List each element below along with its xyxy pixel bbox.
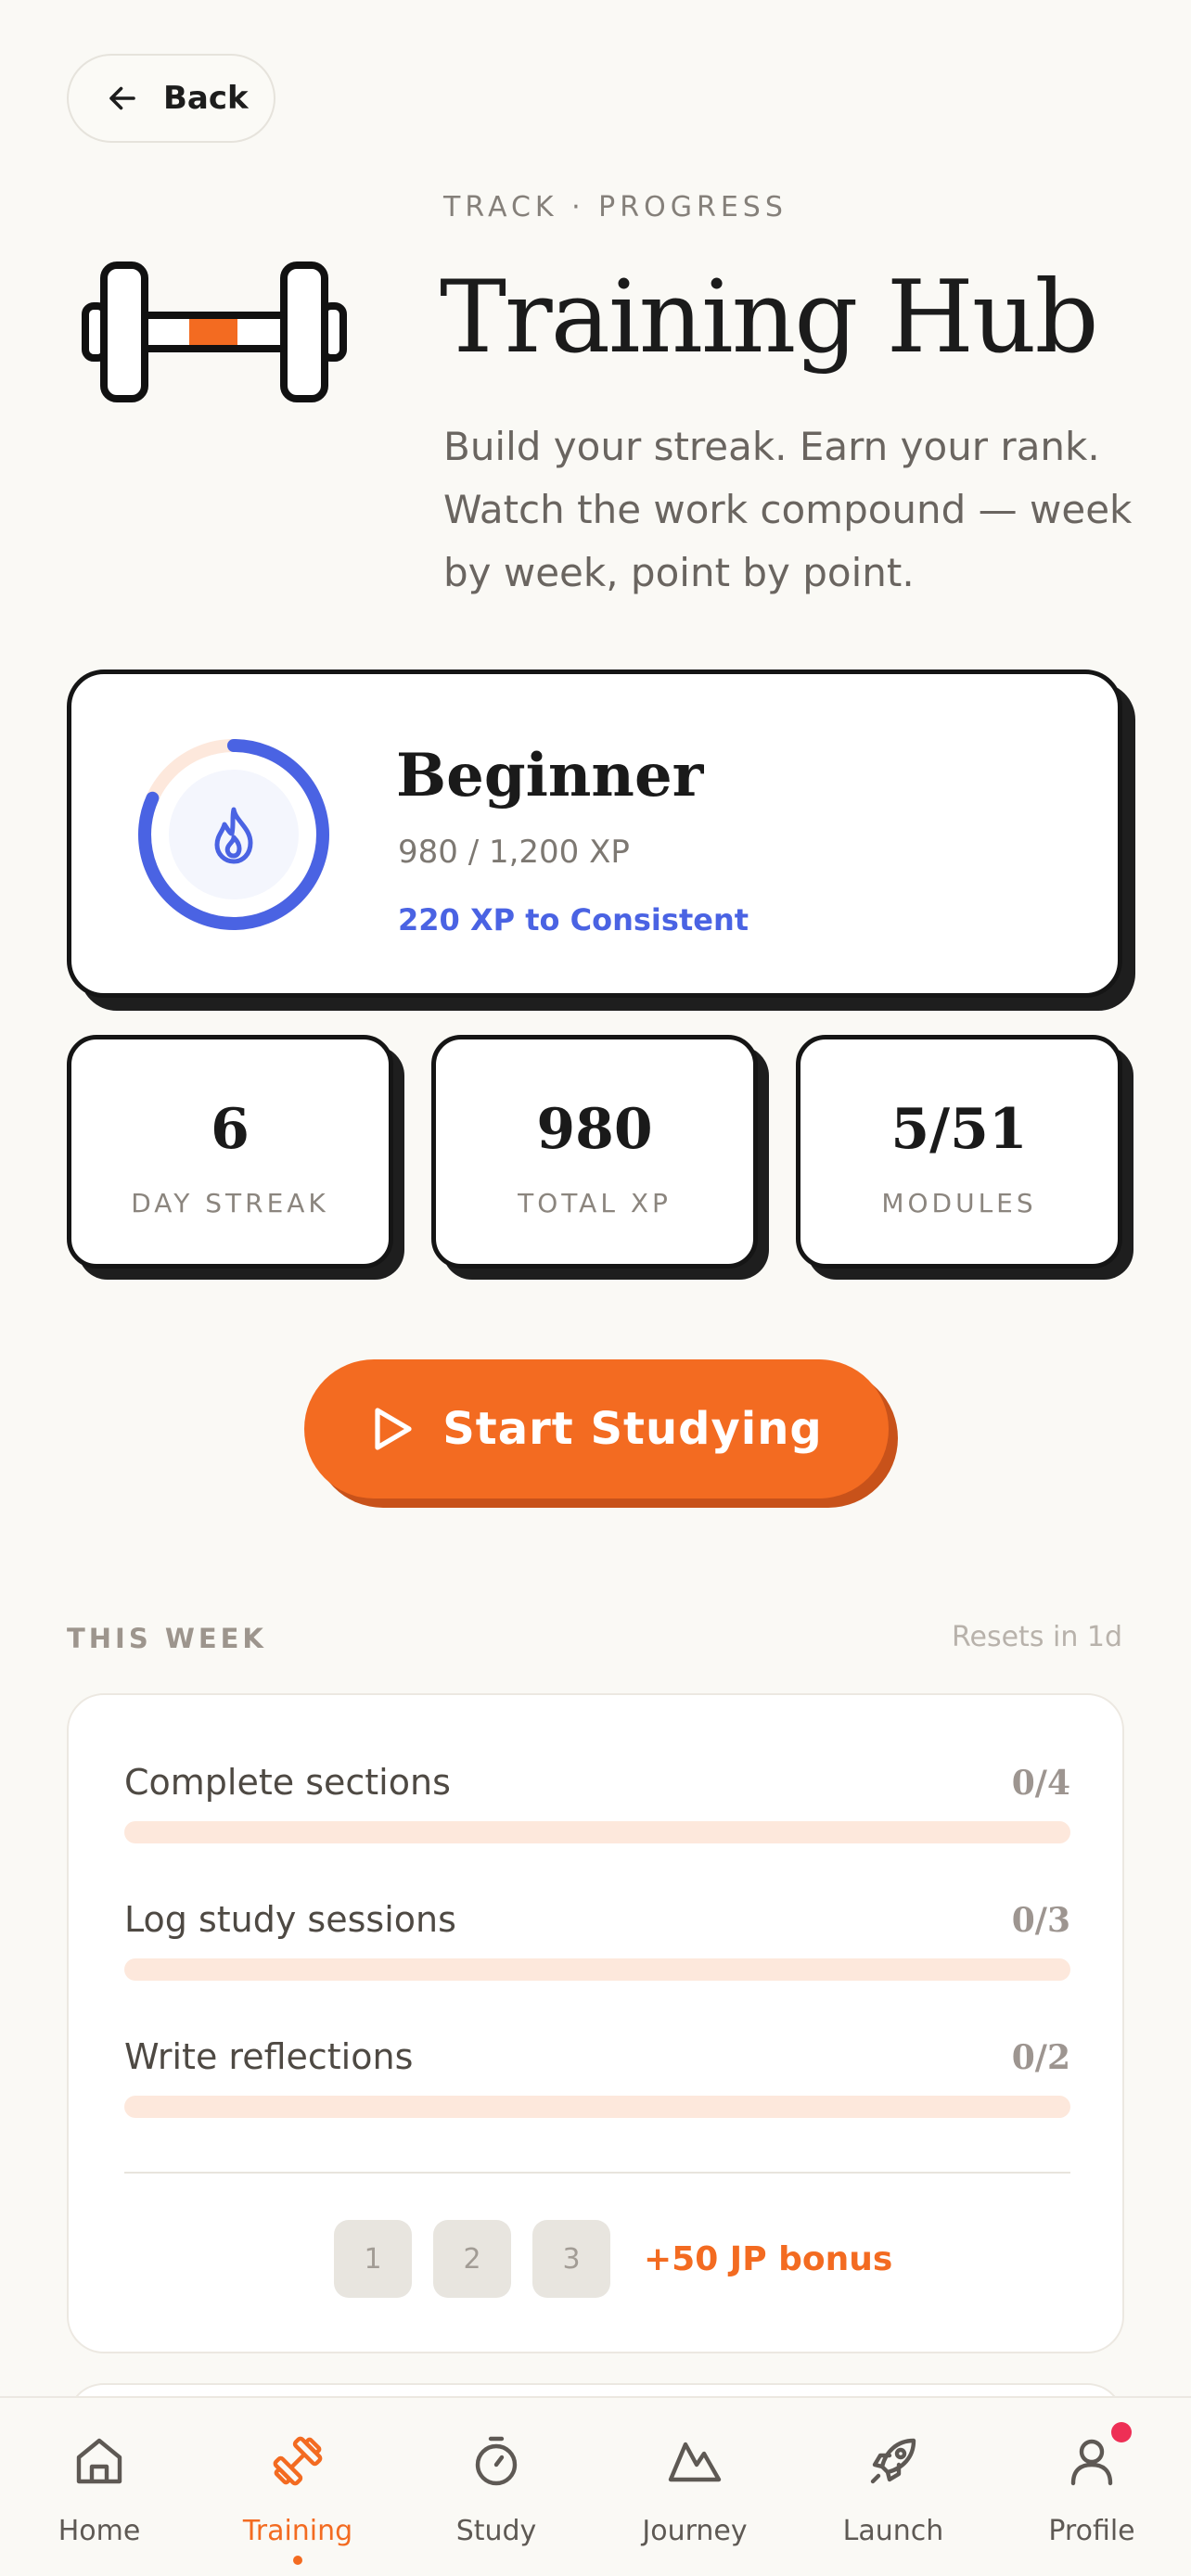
mountain-icon (668, 2442, 722, 2482)
nav-label: Study (455, 2515, 537, 2547)
stat-label: MODULES (881, 1188, 1037, 1218)
back-button[interactable]: Back (67, 54, 275, 143)
weekly-task[interactable]: Write reflections 0/2 (124, 2036, 1070, 2118)
bonus-step-chip: 3 (532, 2220, 610, 2298)
task-progress-bar (124, 1958, 1070, 1981)
subtitle-line: Build your streak. Earn your rank. (443, 424, 1100, 469)
arrow-left-icon (109, 86, 135, 110)
notification-badge (1111, 2422, 1132, 2442)
start-studying-button[interactable]: Start Studying (304, 1359, 889, 1498)
page-subtitle: Build your streak. Earn your rank. Watch… (443, 415, 1148, 605)
nav-item-launch[interactable]: Launch (794, 2398, 992, 2576)
bonus-step-chip: 2 (433, 2220, 511, 2298)
stat-value: 6 (211, 1097, 250, 1162)
rank-name: Beginner (396, 741, 704, 810)
stat-value: 980 (536, 1097, 653, 1162)
rocket-icon (870, 2438, 916, 2484)
nav-label: Home (58, 2515, 141, 2547)
home-icon (76, 2438, 122, 2484)
stat-label: DAY STREAK (131, 1188, 329, 1218)
weekly-goals-card: Complete sections 0/4 Log study sessions… (67, 1693, 1124, 2353)
stat-card-streak: 6 DAY STREAK (67, 1035, 393, 1269)
active-indicator (293, 2556, 302, 2565)
page-title: Training Hub (440, 260, 1099, 376)
subtitle-line: by week, point by point. (443, 550, 915, 595)
stat-card-xp: 980 TOTAL XP (431, 1035, 758, 1269)
bottom-nav: Home Training Study Journey Launch Profi… (0, 2396, 1191, 2576)
task-name: Log study sessions (124, 1899, 456, 1940)
stat-value: 5/51 (890, 1097, 1028, 1162)
dumbbell-icon (273, 2436, 323, 2486)
user-icon (1070, 2439, 1113, 2486)
stopwatch-icon (475, 2436, 518, 2486)
nav-item-journey[interactable]: Journey (596, 2398, 794, 2576)
subtitle-line: Watch the work compound — week (443, 487, 1133, 532)
task-count: 0/4 (1011, 1764, 1070, 1803)
nav-item-profile[interactable]: Profile (992, 2398, 1191, 2576)
dumbbell-icon (82, 261, 347, 402)
stat-label: TOTAL XP (518, 1188, 672, 1218)
section-eyebrow: TRACK · PROGRESS (443, 191, 788, 223)
bonus-step-chip: 1 (334, 2220, 412, 2298)
rank-card[interactable]: Beginner 980 / 1,200 XP 220 XP to Consis… (67, 670, 1122, 998)
nav-item-training[interactable]: Training (198, 2398, 397, 2576)
nav-label: Training (242, 2515, 353, 2547)
task-count: 0/3 (1011, 1901, 1070, 1940)
rank-progress-ring (138, 739, 329, 930)
back-label: Back (163, 80, 249, 117)
week-reset-text: Resets in 1d (952, 1621, 1122, 1653)
nav-label: Profile (1048, 2515, 1135, 2547)
rank-xp: 980 / 1,200 XP (398, 834, 630, 871)
nav-item-home[interactable]: Home (0, 2398, 198, 2576)
task-progress-bar (124, 2096, 1070, 2118)
start-studying-label: Start Studying (442, 1403, 823, 1455)
rank-next-goal: 220 XP to Consistent (398, 902, 749, 937)
weekly-task[interactable]: Log study sessions 0/3 (124, 1899, 1070, 1981)
stat-card-modules: 5/51 MODULES (796, 1035, 1122, 1269)
weekly-bonus: +50 JP bonus (644, 2240, 893, 2278)
play-icon (375, 1408, 412, 1450)
task-count: 0/2 (1011, 2038, 1070, 2077)
task-name: Complete sections (124, 1762, 451, 1803)
nav-item-study[interactable]: Study (397, 2398, 596, 2576)
nav-label: Journey (642, 2515, 748, 2547)
nav-label: Launch (842, 2515, 944, 2547)
weekly-task[interactable]: Complete sections 0/4 (124, 1762, 1070, 1843)
this-week-heading: THIS WEEK (67, 1623, 267, 1654)
task-progress-bar (124, 1821, 1070, 1843)
divider (124, 2172, 1070, 2174)
task-name: Write reflections (124, 2036, 414, 2077)
